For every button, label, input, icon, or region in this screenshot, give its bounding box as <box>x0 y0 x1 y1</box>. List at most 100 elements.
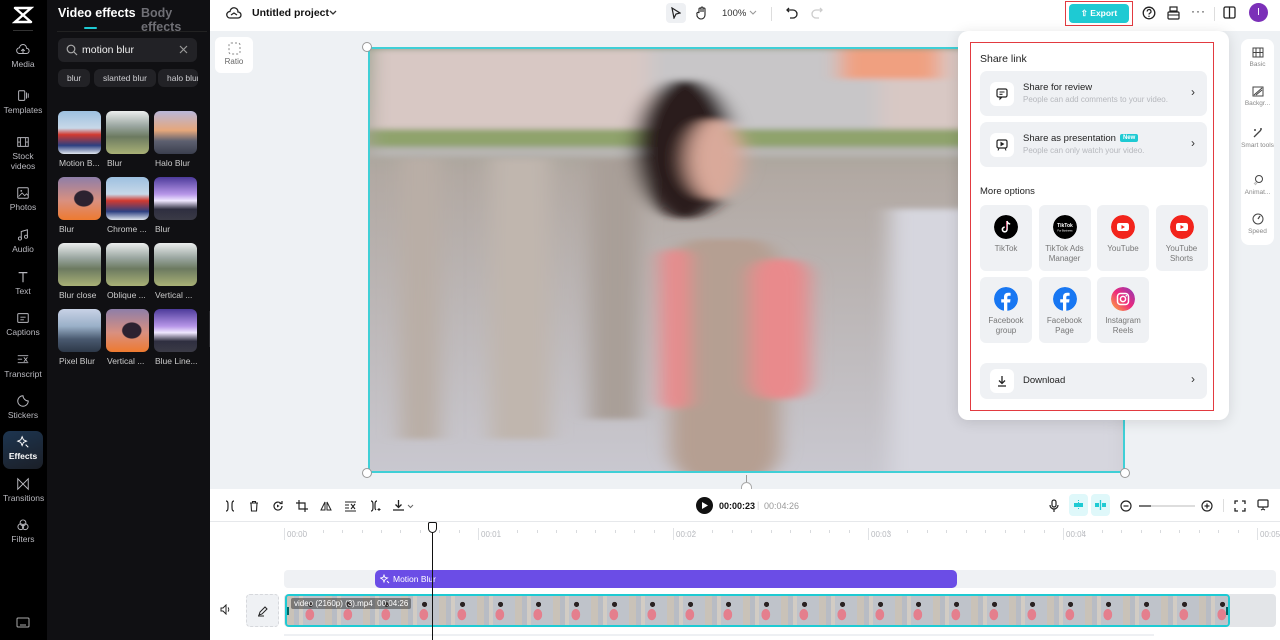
export-button[interactable]: ⇧ Export <box>1069 4 1129 23</box>
sidebar-item-effects[interactable]: Effects <box>3 431 43 469</box>
chevron-down-icon[interactable] <box>329 10 337 16</box>
select-tool-button[interactable] <box>666 3 686 23</box>
sidebar-item-transcript[interactable]: Transcript <box>3 353 43 393</box>
clip-trim-handle-left[interactable] <box>287 607 289 615</box>
effect-thumbnail[interactable] <box>106 177 149 220</box>
share-for-review-button[interactable]: Share for review People can add comments… <box>980 71 1207 116</box>
effect-thumbnail[interactable] <box>106 309 149 352</box>
sidebar-item-media[interactable]: Media <box>3 43 43 83</box>
prop-basic[interactable]: Basic <box>1241 47 1274 69</box>
sidebar-item-templates[interactable]: Templates <box>3 89 43 129</box>
sidebar-item-stock-videos[interactable]: Stock videos <box>3 135 43 175</box>
sidebar-item-photos[interactable]: Photos <box>3 186 43 226</box>
share-platform-tiktok[interactable]: TikTok <box>980 205 1032 271</box>
replace-icon[interactable] <box>272 500 284 512</box>
effect-thumbnail[interactable] <box>154 309 197 352</box>
split-icon[interactable] <box>224 500 236 512</box>
share-platform-instagram-reels[interactable]: Instagram Reels <box>1097 277 1149 343</box>
layers-icon[interactable] <box>1167 6 1180 20</box>
share-platform-facebook-page[interactable]: Facebook Page <box>1038 277 1091 343</box>
clip-trim-handle-right[interactable] <box>1226 607 1228 615</box>
share-platform-tiktok-ads-manager[interactable]: TikTok For Business TikTok Ads Manager <box>1038 205 1091 271</box>
effect-thumbnail[interactable] <box>58 177 101 220</box>
link-toggle[interactable] <box>1091 494 1110 516</box>
download-icon[interactable] <box>392 499 405 512</box>
user-avatar[interactable]: I <box>1249 3 1268 22</box>
smart-split-icon[interactable] <box>369 500 381 512</box>
resize-handle[interactable] <box>1120 468 1130 478</box>
undo-icon[interactable] <box>786 6 798 19</box>
clear-search-icon[interactable] <box>179 45 188 54</box>
playhead[interactable] <box>428 522 437 640</box>
effect-thumbnail[interactable] <box>58 111 101 154</box>
resize-handle[interactable] <box>362 468 372 478</box>
search-input[interactable] <box>82 42 172 58</box>
effect-clip-motion-blur[interactable]: Motion Blur <box>375 570 957 588</box>
sidebar-item-audio[interactable]: Audio <box>3 228 43 268</box>
speedometer-icon <box>1252 213 1263 225</box>
sidebar-item-filters[interactable]: Filters <box>3 518 43 558</box>
microphone-icon[interactable] <box>1049 499 1059 513</box>
zoom-out-icon[interactable] <box>1120 500 1132 512</box>
effect-thumbnail[interactable] <box>58 309 101 352</box>
timeline-scrollbar[interactable] <box>284 634 1154 636</box>
cover-edit-button[interactable] <box>246 594 279 627</box>
play-button[interactable] <box>696 497 713 514</box>
sidebar-item-label: Stickers <box>7 410 39 420</box>
zoom-level[interactable]: 100% <box>722 8 746 19</box>
share-as-presentation-button[interactable]: Share as presentation New People can only… <box>980 122 1207 167</box>
snap-toggle[interactable] <box>1069 494 1088 516</box>
timeline-zoom-slider[interactable] <box>1139 505 1195 507</box>
share-platform-facebook-group[interactable]: Facebook group <box>980 277 1032 343</box>
effect-thumbnail[interactable] <box>106 243 149 286</box>
prop-smart-tools[interactable]: Smart tools <box>1241 127 1274 150</box>
tab-body-effects[interactable]: Body effects <box>141 6 210 34</box>
sidebar-item-stickers[interactable]: Stickers <box>3 394 43 434</box>
ratio-button[interactable]: Ratio <box>215 37 253 73</box>
redo-icon[interactable] <box>811 6 823 19</box>
sidebar-item-captions[interactable]: Captions <box>3 311 43 351</box>
timeline[interactable]: 00:00 00:01 00:02 00:03 00:04 00:05 Motion Bl… <box>210 522 1280 640</box>
crop-icon[interactable] <box>296 500 308 512</box>
resize-handle[interactable] <box>362 42 372 52</box>
effect-thumbnail[interactable] <box>154 243 197 286</box>
effect-thumbnail[interactable] <box>106 111 149 154</box>
chevron-down-icon[interactable] <box>749 10 757 16</box>
monitor-icon[interactable] <box>1257 499 1269 512</box>
suggestion-chip[interactable]: blur <box>58 69 91 87</box>
sidebar-item-text[interactable]: Text <box>3 270 43 310</box>
effect-thumbnail[interactable] <box>154 111 197 154</box>
video-clip[interactable]: video (2160p) (3).mp4 00:04:26 <box>285 594 1230 627</box>
help-icon[interactable] <box>1142 6 1156 20</box>
chevron-down-icon[interactable] <box>407 504 414 509</box>
tab-video-effects[interactable]: Video effects <box>58 6 136 20</box>
effect-thumbnail[interactable] <box>58 243 101 286</box>
ruler-minor-tick <box>848 530 850 533</box>
keyboard-shortcuts-icon[interactable] <box>16 617 30 629</box>
fullscreen-icon[interactable] <box>1234 500 1246 512</box>
playhead-handle[interactable] <box>428 522 437 533</box>
suggestion-chip[interactable]: slanted blur <box>94 69 156 87</box>
suggestion-chip[interactable]: halo blur <box>158 69 198 87</box>
hand-tool-icon[interactable] <box>696 6 708 20</box>
panel-layout-icon[interactable] <box>1223 6 1236 19</box>
platform-label: YouTube Shorts <box>1165 244 1198 263</box>
cloud-save-icon[interactable] <box>226 6 242 20</box>
prop-background[interactable]: Backgr... <box>1241 86 1274 108</box>
project-title[interactable]: Untitled project <box>252 7 329 19</box>
flip-icon[interactable] <box>320 500 332 512</box>
aspect-ratio-icon <box>228 42 240 55</box>
prop-animation[interactable]: Animat... <box>1241 174 1274 197</box>
zoom-in-icon[interactable] <box>1201 500 1213 512</box>
sidebar-item-transitions[interactable]: Transitions <box>3 477 44 517</box>
delete-icon[interactable] <box>248 500 260 512</box>
prop-speed[interactable]: Speed <box>1241 213 1274 236</box>
more-options-icon[interactable]: ··· <box>1191 4 1206 18</box>
remove-background-icon[interactable] <box>344 500 357 512</box>
share-platform-youtube[interactable]: YouTube <box>1097 205 1149 271</box>
effect-thumbnail[interactable] <box>154 177 197 220</box>
share-platform-youtube-shorts[interactable]: YouTube Shorts <box>1155 205 1208 271</box>
mute-audio-icon[interactable] <box>220 604 232 615</box>
download-button[interactable]: Download › <box>980 363 1207 399</box>
sidebar-item-label: Effects <box>8 451 38 461</box>
